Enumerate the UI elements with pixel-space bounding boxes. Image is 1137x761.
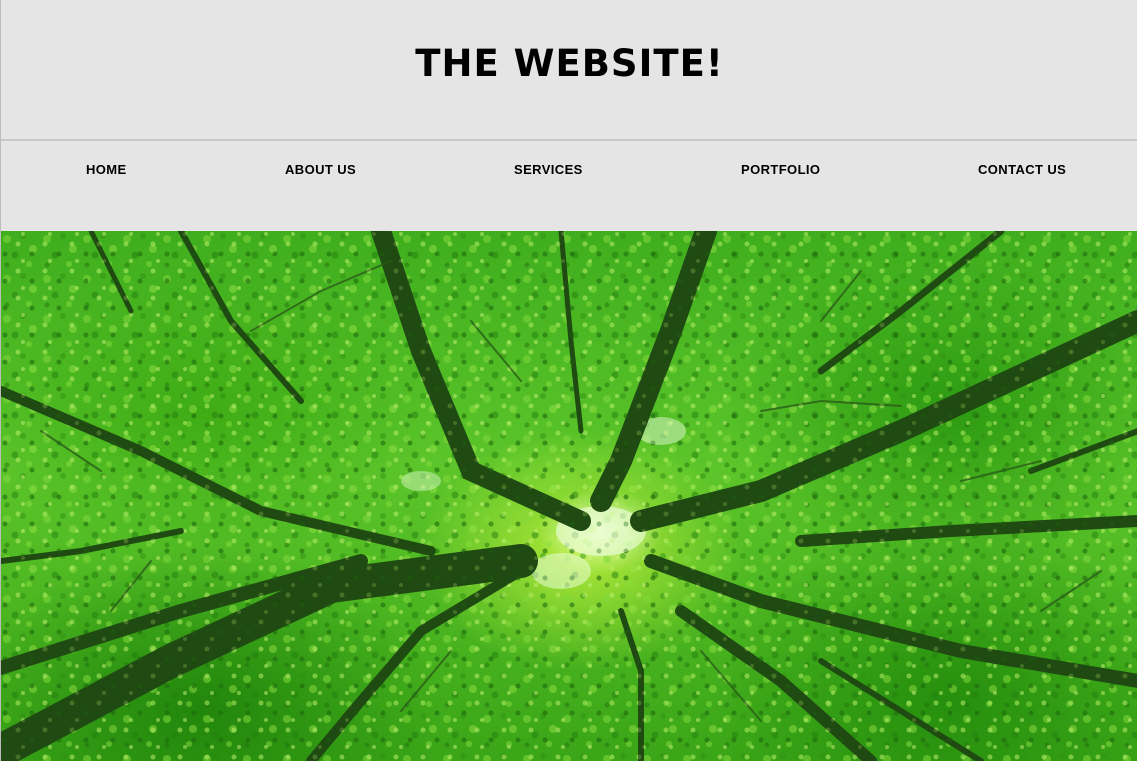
nav-item-contact-us[interactable]: CONTACT US — [978, 162, 1066, 177]
nav-item-home[interactable]: HOME — [86, 162, 127, 177]
page: THE WEBSITE! HOME ABOUT US SERVICES PORT… — [0, 0, 1137, 761]
forest-canopy-image — [1, 231, 1137, 761]
site-header: THE WEBSITE! — [1, 0, 1137, 141]
site-title: THE WEBSITE! — [415, 42, 724, 85]
nav-item-services[interactable]: SERVICES — [514, 162, 583, 177]
hero-image — [1, 231, 1137, 761]
main-nav: HOME ABOUT US SERVICES PORTFOLIO CONTACT… — [1, 141, 1137, 231]
nav-item-portfolio[interactable]: PORTFOLIO — [741, 162, 820, 177]
nav-item-about-us[interactable]: ABOUT US — [285, 162, 356, 177]
